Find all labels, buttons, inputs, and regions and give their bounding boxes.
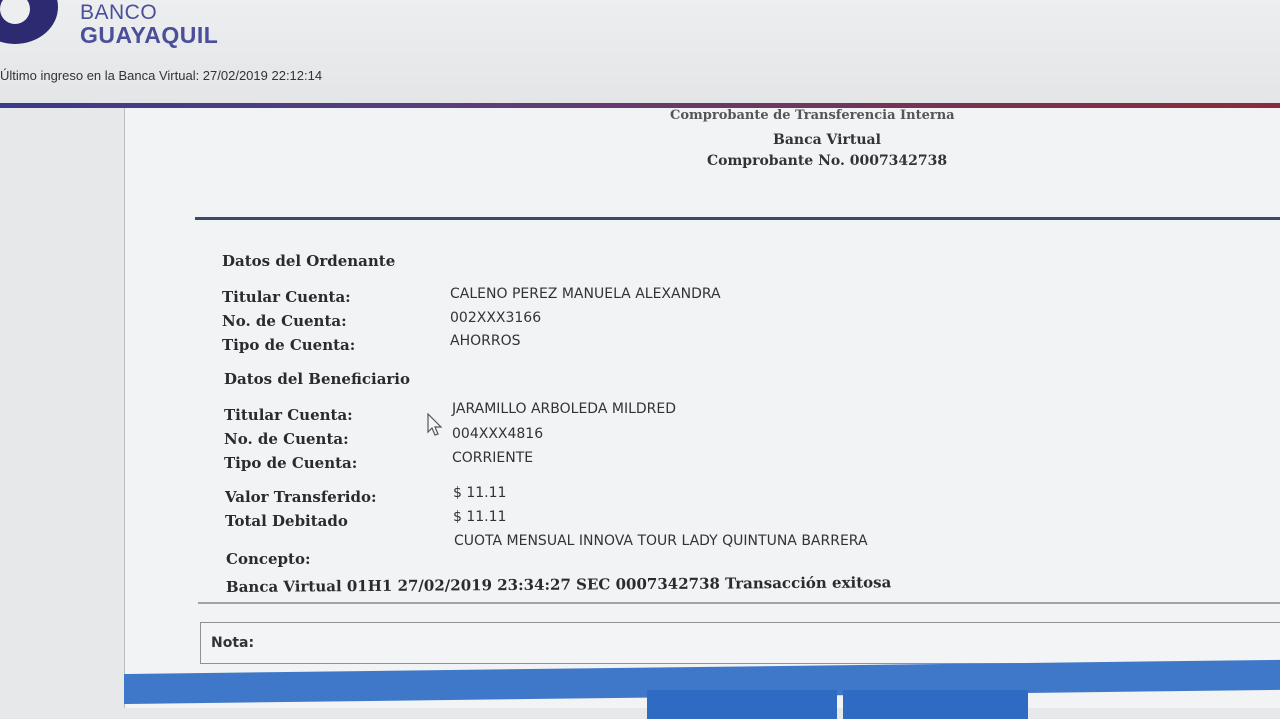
total-debitado-value: $ 11.11 bbox=[453, 509, 507, 525]
ordenante-tipo-value: AHORROS bbox=[450, 333, 521, 349]
top-bar: BANCO GUAYAQUIL Último ingreso en la Ban… bbox=[0, 0, 1280, 104]
receipt-subtitle: Banca Virtual bbox=[773, 132, 881, 148]
beneficiario-tipo-value: CORRIENTE bbox=[452, 450, 534, 466]
bank-logo-icon bbox=[0, 0, 58, 44]
beneficiario-titular-label: Titular Cuenta: bbox=[224, 406, 353, 424]
ordenante-titular-label: Titular Cuenta: bbox=[222, 288, 351, 306]
receipt-heading: Comprobante de Transferencia Interna bbox=[670, 108, 955, 123]
ordenante-cuenta-value: 002XXX3166 bbox=[450, 310, 542, 326]
concepto-label: Concepto: bbox=[226, 550, 311, 568]
concepto-value: CUOTA MENSUAL INNOVA TOUR LADY QUINTUNA … bbox=[454, 533, 868, 549]
ordenante-cuenta-label: No. de Cuenta: bbox=[222, 312, 347, 330]
beneficiario-cuenta-value: 004XXX4816 bbox=[452, 426, 544, 442]
receipt-header-rule bbox=[195, 217, 1280, 220]
ordenante-titular-value: CALENO PEREZ MANUELA ALEXANDRA bbox=[450, 286, 721, 302]
mouse-cursor-icon bbox=[427, 413, 443, 436]
ordenante-section-title: Datos del Ordenante bbox=[222, 252, 396, 270]
status-divider bbox=[198, 602, 1280, 604]
action-button-left[interactable] bbox=[647, 690, 837, 719]
beneficiario-titular-value: JARAMILLO ARBOLEDA MILDRED bbox=[452, 401, 677, 417]
brand-line-1: BANCO bbox=[80, 1, 158, 24]
valor-transferido-value: $ 11.11 bbox=[453, 485, 507, 501]
last-login-text: Último ingreso en la Banca Virtual: 27/0… bbox=[0, 68, 323, 83]
beneficiario-tipo-label: Tipo de Cuenta: bbox=[224, 454, 358, 472]
receipt-number: Comprobante No. 0007342738 bbox=[707, 153, 948, 169]
brand-line-2: GUAYAQUIL bbox=[80, 22, 219, 48]
nota-field[interactable]: Nota: bbox=[200, 622, 1280, 664]
action-button-right[interactable] bbox=[843, 690, 1028, 719]
total-debitado-label: Total Debitado bbox=[225, 512, 348, 530]
valor-transferido-label: Valor Transferido: bbox=[225, 488, 377, 506]
bank-logo[interactable]: BANCO GUAYAQUIL bbox=[80, 1, 219, 48]
nota-label: Nota: bbox=[211, 635, 255, 651]
ordenante-tipo-label: Tipo de Cuenta: bbox=[222, 336, 356, 354]
beneficiario-cuenta-label: No. de Cuenta: bbox=[224, 430, 349, 448]
beneficiario-section-title: Datos del Beneficiario bbox=[224, 370, 411, 388]
